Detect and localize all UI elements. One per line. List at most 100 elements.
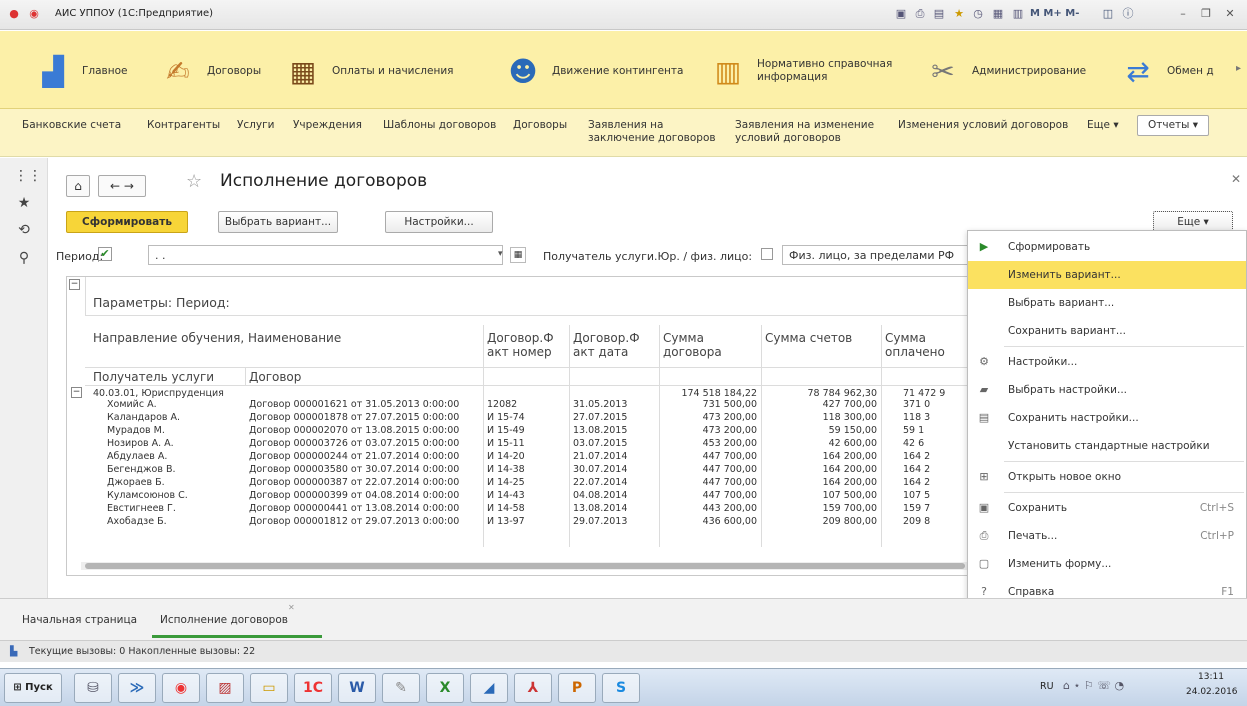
save-icon[interactable]: ▣	[893, 6, 909, 22]
close-window-icon[interactable]: ✕	[1222, 6, 1238, 22]
scroll-right-icon[interactable]: ▸	[1236, 63, 1241, 74]
preview-icon[interactable]: ▤	[931, 6, 947, 22]
menu-item[interactable]: ▣ Сохранить Ctrl+S	[968, 494, 1246, 522]
favorites-star-icon[interactable]: ★	[14, 195, 34, 215]
section-label: Обмен д	[1167, 64, 1214, 77]
row-contract[interactable]: Договор 000003726 от 03.07.2015 0:00:00	[249, 438, 481, 449]
menu-item[interactable]: Установить стандартные настройки	[968, 432, 1246, 460]
menu-item[interactable]: ▤ Сохранить настройки...	[968, 404, 1246, 432]
nav-contracts[interactable]: Договоры	[513, 119, 567, 132]
row-contract[interactable]: Договор 000001812 от 29.07.2013 0:00:00	[249, 516, 481, 527]
app-logo-icon[interactable]: ●	[6, 6, 22, 22]
row-contract[interactable]: Договор 000001621 от 31.05.2013 0:00:00	[249, 399, 481, 410]
tab-home[interactable]: Начальная страница	[22, 599, 137, 641]
menu-item[interactable]: ▢ Изменить форму...	[968, 550, 1246, 578]
search-icon[interactable]: ⚲	[14, 250, 34, 270]
pdf-icon[interactable]: ⅄	[514, 673, 552, 703]
menu-item[interactable]: ⎙ Печать... Ctrl+P	[968, 522, 1246, 550]
abacus-icon: ▦	[289, 54, 317, 88]
menu-item[interactable]: ▰ Выбрать настройки...	[968, 376, 1246, 404]
section-main[interactable]: ▟ Главное	[30, 41, 127, 101]
menu-item[interactable]: Выбрать вариант...	[968, 289, 1246, 317]
calculator-icon[interactable]: ◢	[470, 673, 508, 703]
calendar-icon[interactable]: ▥	[1010, 6, 1026, 22]
row-contract[interactable]: Договор 000000399 от 04.08.2014 0:00:00	[249, 490, 481, 501]
menu-item[interactable]: ⚙ Настройки...	[968, 348, 1246, 376]
tray-icons[interactable]: ⌂ ⋆ ⚐ ☏ ◔	[1063, 679, 1124, 692]
reports-dropdown[interactable]: Отчеты ▾	[1137, 115, 1210, 136]
divider	[85, 277, 86, 315]
tab-close-icon[interactable]: ✕	[288, 603, 295, 612]
menu-item[interactable]: ▶ Сформировать	[968, 233, 1246, 261]
nav-bank-accounts[interactable]: Банковские счета	[22, 119, 121, 132]
language-indicator[interactable]: RU	[1040, 681, 1054, 692]
home-icon[interactable]: ⌂	[66, 175, 90, 197]
recipient-checkbox[interactable]	[761, 248, 773, 260]
minimize-icon[interactable]: –	[1175, 6, 1191, 22]
row-bills: 427 700,00	[822, 399, 877, 410]
collapse-icon[interactable]: −	[69, 279, 80, 290]
recipient-input[interactable]: Физ. лицо, за пределами РФ	[782, 245, 972, 265]
memory-buttons[interactable]: М М+ М-	[1030, 8, 1079, 19]
calendar-icon[interactable]: ▦	[510, 247, 526, 263]
star-icon[interactable]: ☆	[186, 171, 202, 192]
row-contract[interactable]: Договор 000000244 от 21.07.2014 0:00:00	[249, 451, 481, 462]
image-viewer-icon[interactable]: ▨	[206, 673, 244, 703]
menu-item[interactable]: Сохранить вариант...	[968, 317, 1246, 345]
settings-button[interactable]: Настройки...	[385, 211, 493, 233]
period-checkbox[interactable]: ✔	[98, 247, 112, 261]
section-references[interactable]: ▥ Нормативно справочная информация	[705, 41, 893, 101]
info-icon[interactable]: ⓘ	[1120, 6, 1136, 22]
apps-grid-icon[interactable]: ⋮⋮	[14, 168, 42, 188]
row-contract[interactable]: Договор 000001878 от 27.07.2015 0:00:00	[249, 412, 481, 423]
row-num: И 14-20	[487, 451, 525, 462]
section-contracts[interactable]: ✍ Договоры	[155, 41, 261, 101]
row-contract[interactable]: Договор 000002070 от 13.08.2015 0:00:00	[249, 425, 481, 436]
nav-contractors[interactable]: Контрагенты	[147, 119, 220, 132]
1c-icon[interactable]: 1С	[294, 673, 332, 703]
excel-icon[interactable]: X	[426, 673, 464, 703]
nav-institutions[interactable]: Учреждения	[293, 119, 362, 132]
dropdown-icon[interactable]: ▾	[498, 249, 503, 259]
network-app-icon[interactable]: ⛁	[74, 673, 112, 703]
scrollbar-thumb[interactable]	[85, 563, 965, 569]
explorer-icon[interactable]: ▭	[250, 673, 288, 703]
print-icon[interactable]: ⎙	[912, 6, 928, 22]
calc-icon[interactable]: ▦	[990, 6, 1006, 22]
history-icon[interactable]: ⟲	[14, 222, 34, 242]
back-forward-buttons[interactable]: ← →	[98, 175, 146, 197]
menu-item[interactable]: ⊞ Открыть новое окно	[968, 463, 1246, 491]
powerpoint-icon[interactable]: P	[558, 673, 596, 703]
nav-change-applications[interactable]: Заявления на изменение условий договоров	[735, 119, 874, 145]
nav-more[interactable]: Еще ▾	[1087, 119, 1119, 132]
section-admin[interactable]: ✂ Администрирование	[920, 41, 1086, 101]
header-direction: Направление обучения, Наименование	[93, 331, 342, 345]
word-icon[interactable]: W	[338, 673, 376, 703]
history-icon[interactable]: ◷	[970, 6, 986, 22]
main-menu-icon[interactable]: ◉	[26, 6, 42, 22]
section-payments[interactable]: ▦ Оплаты и начисления	[280, 41, 454, 101]
favorites-icon[interactable]: ★	[951, 6, 967, 22]
section-exchange[interactable]: ⇄ Обмен д	[1115, 41, 1214, 101]
menu-item[interactable]: Изменить вариант...	[968, 261, 1246, 289]
restore-icon[interactable]: ❐	[1198, 6, 1214, 22]
section-movement[interactable]: ☻ Движение контингента	[500, 41, 683, 101]
nav-templates[interactable]: Шаблоны договоров	[383, 119, 496, 132]
skype-icon[interactable]: S	[602, 673, 640, 703]
paint-icon[interactable]: ✎	[382, 673, 420, 703]
nav-services[interactable]: Услуги	[237, 119, 274, 132]
nav-applications[interactable]: Заявления на заключение договоров	[588, 119, 716, 145]
panels-icon[interactable]: ◫	[1100, 6, 1116, 22]
row-contract[interactable]: Договор 000000441 от 13.08.2014 0:00:00	[249, 503, 481, 514]
nav-contract-changes[interactable]: Изменения условий договоров	[898, 119, 1068, 132]
start-button[interactable]: ⊞ Пуск	[4, 673, 62, 703]
choose-variant-button[interactable]: Выбрать вариант...	[218, 211, 338, 233]
row-contract[interactable]: Договор 000000387 от 22.07.2014 0:00:00	[249, 477, 481, 488]
period-input[interactable]: . .	[148, 245, 503, 265]
powershell-icon[interactable]: ≫	[118, 673, 156, 703]
generate-button[interactable]: Сформировать	[66, 211, 188, 233]
group-collapse-icon[interactable]: −	[71, 387, 82, 398]
close-form-icon[interactable]: ✕	[1231, 172, 1241, 186]
row-contract[interactable]: Договор 000003580 от 30.07.2014 0:00:00	[249, 464, 481, 475]
chrome-icon[interactable]: ◉	[162, 673, 200, 703]
